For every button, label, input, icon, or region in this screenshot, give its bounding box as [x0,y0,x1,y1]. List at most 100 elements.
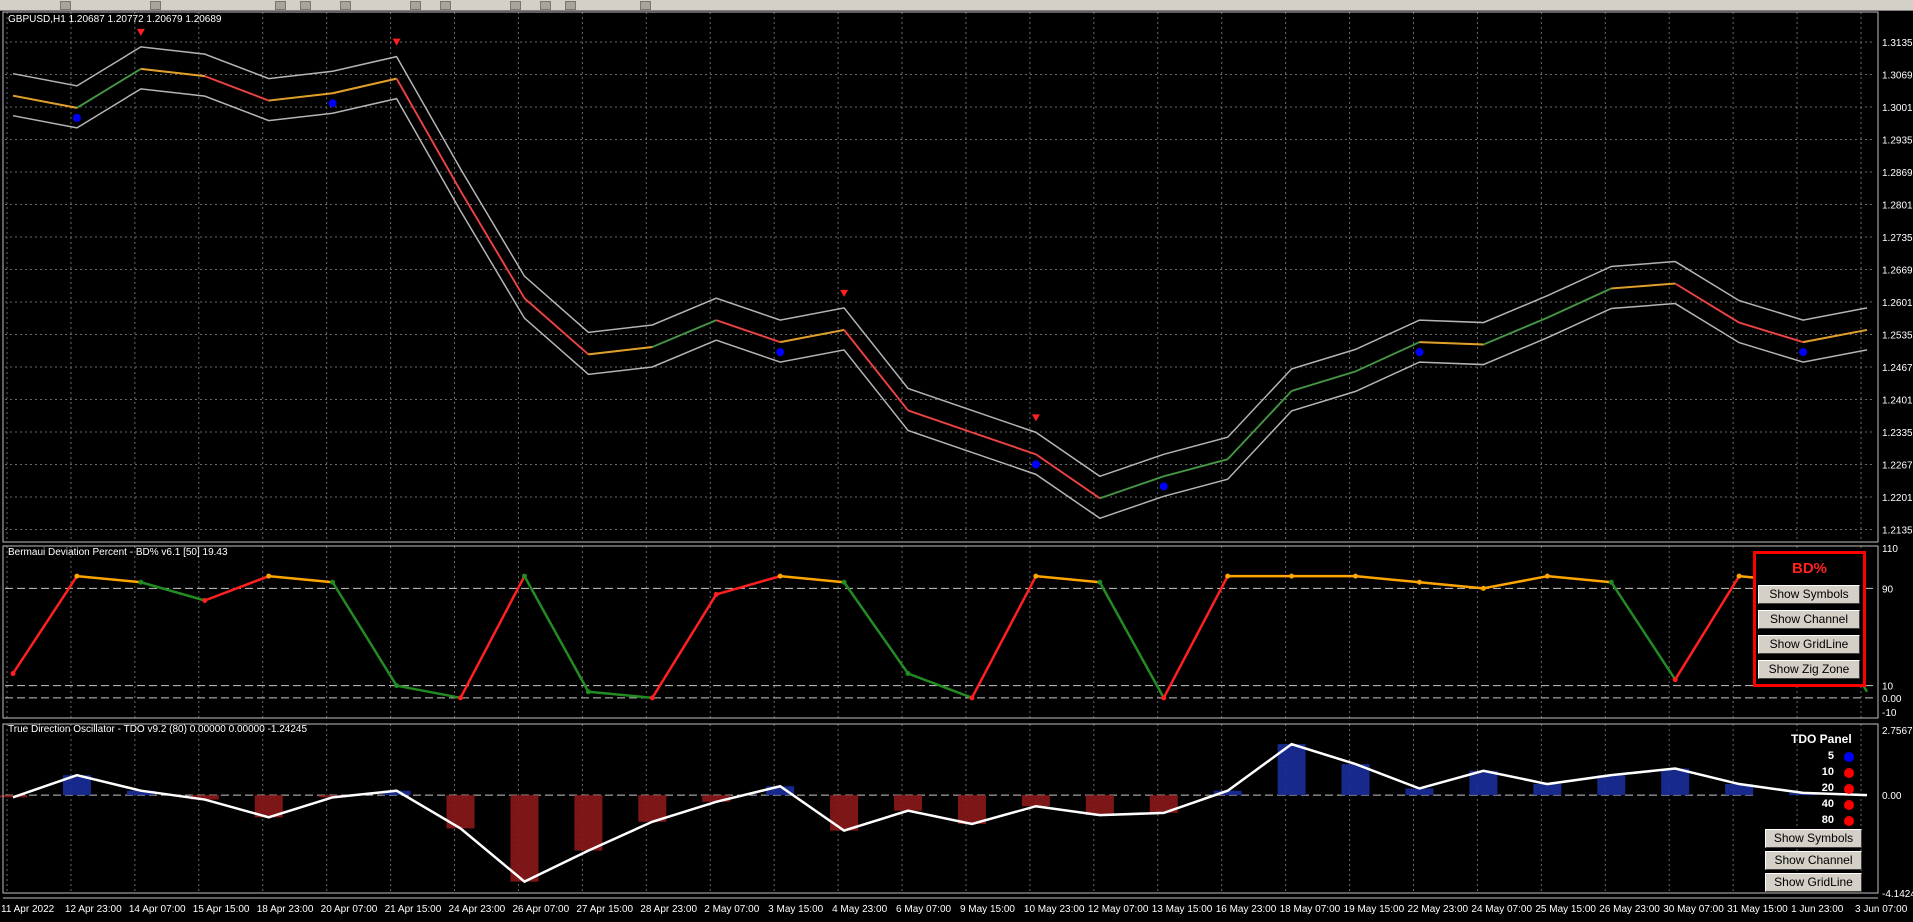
price-tick-label: 1.24670 [1882,363,1913,374]
price-tick-label: 1.26010 [1882,298,1913,309]
bd-point [1608,579,1614,585]
bd-tick-label: -10 [1882,708,1897,719]
toolbar-tool-icon[interactable] [150,1,161,10]
bd-point [713,591,719,597]
bd-segment [523,575,590,693]
toolbar-tool-icon[interactable] [300,1,311,10]
bd-segment [651,593,718,699]
bd-point [458,695,464,701]
price-tick-label: 1.22010 [1882,493,1913,504]
bd-segment [1674,575,1741,681]
time-tick-label: 10 May 23:00 [1024,904,1085,915]
bd-segment [1547,574,1612,584]
buy-signal-dot-icon [328,99,337,108]
bd-point [1736,573,1742,579]
price-tick-label: 1.28690 [1882,168,1913,179]
price-tick-label: 1.29350 [1882,136,1913,147]
time-tick-label: 12 May 07:00 [1088,904,1149,915]
bd-show-channel-button[interactable]: Show Channel [1758,610,1860,629]
buy-signal-dot-icon [1415,348,1424,357]
price-tick-label: 1.24010 [1882,396,1913,407]
tdo-tick-label: 0.00 [1882,791,1902,802]
toolbar-tool-icon[interactable] [510,1,521,10]
bd-point [1353,573,1359,579]
bd-segment [1162,575,1229,699]
tdo-indicator-title: True Direction Oscillator - TDO v9.2 (80… [8,724,307,735]
time-tick-label: 31 May 15:00 [1727,904,1788,915]
bd-show-gridline-button[interactable]: Show GridLine [1758,635,1860,654]
tdo-status-dot-icon [1844,800,1854,810]
price-series [12,46,1868,520]
tdo-histogram-bar [957,795,986,824]
tdo-show-gridline-button[interactable]: Show GridLine [1765,873,1862,892]
tdo-status-dot-icon [1844,816,1854,826]
bd-show-symbols-button[interactable]: Show Symbols [1758,585,1860,604]
toolbar-tool-icon[interactable] [440,1,451,10]
time-tick-label: 2 May 07:00 [704,904,759,915]
bd-point [330,579,336,585]
tdo-show-symbols-button[interactable]: Show Symbols [1765,829,1862,848]
time-tick-label: 11 Apr 2022 [1,904,55,915]
tdo-histogram-bar [510,795,539,882]
bd-segment [1355,574,1420,584]
time-tick-label: 18 May 07:00 [1280,904,1341,915]
time-tick-label: 9 May 15:00 [960,904,1015,915]
toolbar-tool-icon[interactable] [275,1,286,10]
toolbar-tool-icon[interactable] [640,1,651,10]
tdo-row-label: 10 [1821,766,1834,778]
tdo-show-channel-button[interactable]: Show Channel [1765,851,1862,870]
bd-point [1480,585,1486,591]
toolbar-tool-icon[interactable] [340,1,351,10]
tdo-status-dot-icon [1844,768,1854,778]
bd-segment [1098,581,1165,699]
price-tick-label: 1.27350 [1882,233,1913,244]
tdo-histogram-bar [574,795,603,851]
toolbar-tool-icon[interactable] [60,1,71,10]
bd-segment [715,574,781,596]
buy-signal-dot-icon [776,348,785,357]
time-tick-label: 26 Apr 07:00 [512,904,569,915]
sell-arrow-icon [840,289,849,297]
toolbar-tool-icon[interactable] [540,1,551,10]
bd-point [74,573,80,579]
bd-point [969,695,975,701]
time-tick-label: 30 May 07:00 [1663,904,1724,915]
bd-segment [970,575,1038,699]
bd-show-zigzone-button[interactable]: Show Zig Zone [1758,660,1860,679]
bd-segment [459,575,526,699]
chart-canvas[interactable]: 1.31350 1.30690 1.30010 1.29350 1.28690 1.280… [0,10,1913,922]
tdo-histogram-bar [1533,784,1562,796]
tdo-row-label: 40 [1821,798,1834,810]
bd-point [10,671,16,676]
channel-upper-line [12,46,1868,478]
tdo-histogram-bar [1597,775,1626,796]
bd-point [138,579,144,585]
time-tick-label: 25 May 15:00 [1535,904,1596,915]
price-tick-label: 1.21350 [1882,526,1913,537]
time-tick-label: 3 Jun 07:00 [1855,904,1908,915]
bd-point [1416,579,1422,585]
price-tick-label: 1.22670 [1882,461,1913,472]
toolbar-tool-icon[interactable] [565,1,576,10]
bd-segment [780,574,845,584]
tdo-line [12,742,1868,884]
bd-point [1544,573,1550,579]
price-tick-label: 1.30010 [1882,103,1913,114]
main-chart-title: GBPUSD,H1 1.20687 1.20772 1.20679 1.2068… [8,14,222,25]
tdo-row-label: 5 [1827,750,1834,762]
bd-point [841,579,847,585]
tdo-panel-title: TDO Panel [1791,732,1852,746]
tdo-histogram-bar [1021,795,1050,807]
buy-signal-dot-icon [1031,460,1040,469]
time-tick-label: 1 Jun 23:00 [1791,904,1844,915]
sell-arrow-icon [136,28,145,36]
time-tick-label: 15 Apr 15:00 [193,904,250,915]
bd-tick-label: 10 [1882,682,1894,693]
bd-segment [268,574,333,584]
bd-indicator-title: Bermaui Deviation Percent - BD% v6.1 [50… [8,547,228,558]
tdo-row-label: 80 [1821,814,1834,826]
bd-segment [1610,581,1677,681]
time-tick-label: 3 May 15:00 [768,904,823,915]
toolbar-tool-icon[interactable] [410,1,421,10]
price-tick-label: 1.28010 [1882,201,1913,212]
